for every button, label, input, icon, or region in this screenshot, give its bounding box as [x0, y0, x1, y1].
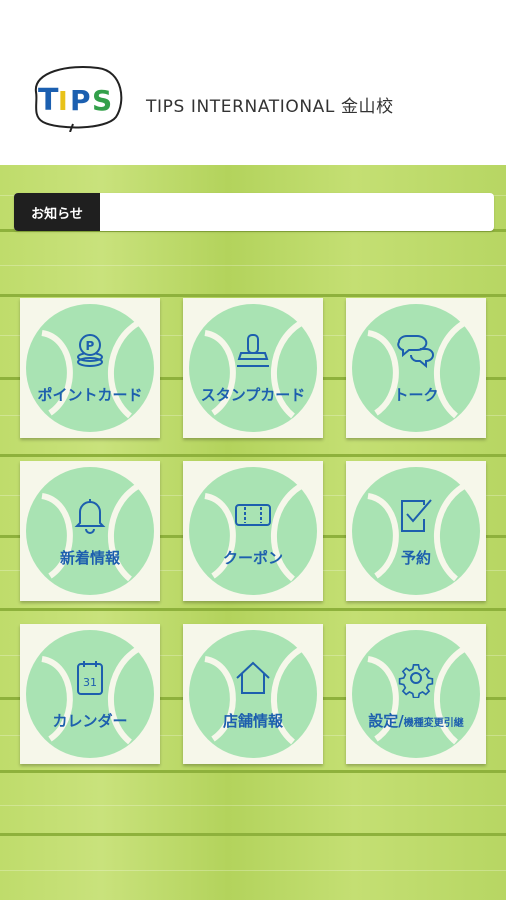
stamp-icon: [237, 334, 269, 367]
calendar-label: カレンダー: [52, 712, 128, 730]
talk-label: トーク: [393, 386, 439, 404]
stamp-card-button[interactable]: スタンプカード: [183, 298, 323, 438]
store-info-button[interactable]: 店舗情報: [183, 624, 323, 764]
point-card-label: ポイントカード: [37, 386, 143, 404]
gear-icon: [398, 664, 434, 698]
point-coin-icon: P: [77, 334, 103, 367]
news-feed-label: 新着情報: [59, 549, 120, 567]
settings-label: 設定/機種変更引継: [346, 710, 486, 731]
store-info-label: 店舗情報: [222, 712, 283, 730]
app-header: T I P S TIPS INTERNATIONAL 金山校: [0, 0, 506, 165]
bell-icon: [74, 499, 106, 534]
brand-name: TIPS INTERNATIONAL 金山校: [146, 97, 394, 117]
calendar-button[interactable]: 31 カレンダー: [20, 624, 160, 764]
coupon-label: クーポン: [222, 549, 283, 567]
svg-text:S: S: [92, 84, 112, 117]
news-label: お知らせ: [14, 193, 100, 231]
news-feed-button[interactable]: 新着情報: [20, 461, 160, 601]
settings-button[interactable]: 設定/機種変更引継: [346, 624, 486, 764]
coupon-icon: [235, 504, 271, 526]
clipboard-check-icon: [401, 499, 432, 532]
talk-button[interactable]: トーク: [346, 298, 486, 438]
reservation-button[interactable]: 予約: [346, 461, 486, 601]
svg-text:P: P: [70, 84, 91, 117]
svg-text:I: I: [58, 87, 68, 117]
svg-text:P: P: [86, 339, 95, 353]
calendar-icon: 31: [77, 661, 103, 695]
svg-text:T: T: [38, 83, 59, 118]
coupon-button[interactable]: クーポン: [183, 461, 323, 601]
point-card-button[interactable]: P ポイントカード: [20, 298, 160, 438]
news-bar[interactable]: お知らせ: [14, 193, 494, 231]
chat-bubbles-icon: [397, 335, 434, 369]
reservation-label: 予約: [400, 549, 431, 567]
stamp-card-label: スタンプカード: [200, 386, 306, 404]
home-icon: [236, 661, 270, 694]
settings-label-main: 設定/: [368, 712, 404, 730]
tips-logo: T I P S: [34, 66, 123, 132]
svg-text:31: 31: [83, 676, 97, 689]
settings-label-sub: 機種変更引継: [403, 718, 464, 729]
